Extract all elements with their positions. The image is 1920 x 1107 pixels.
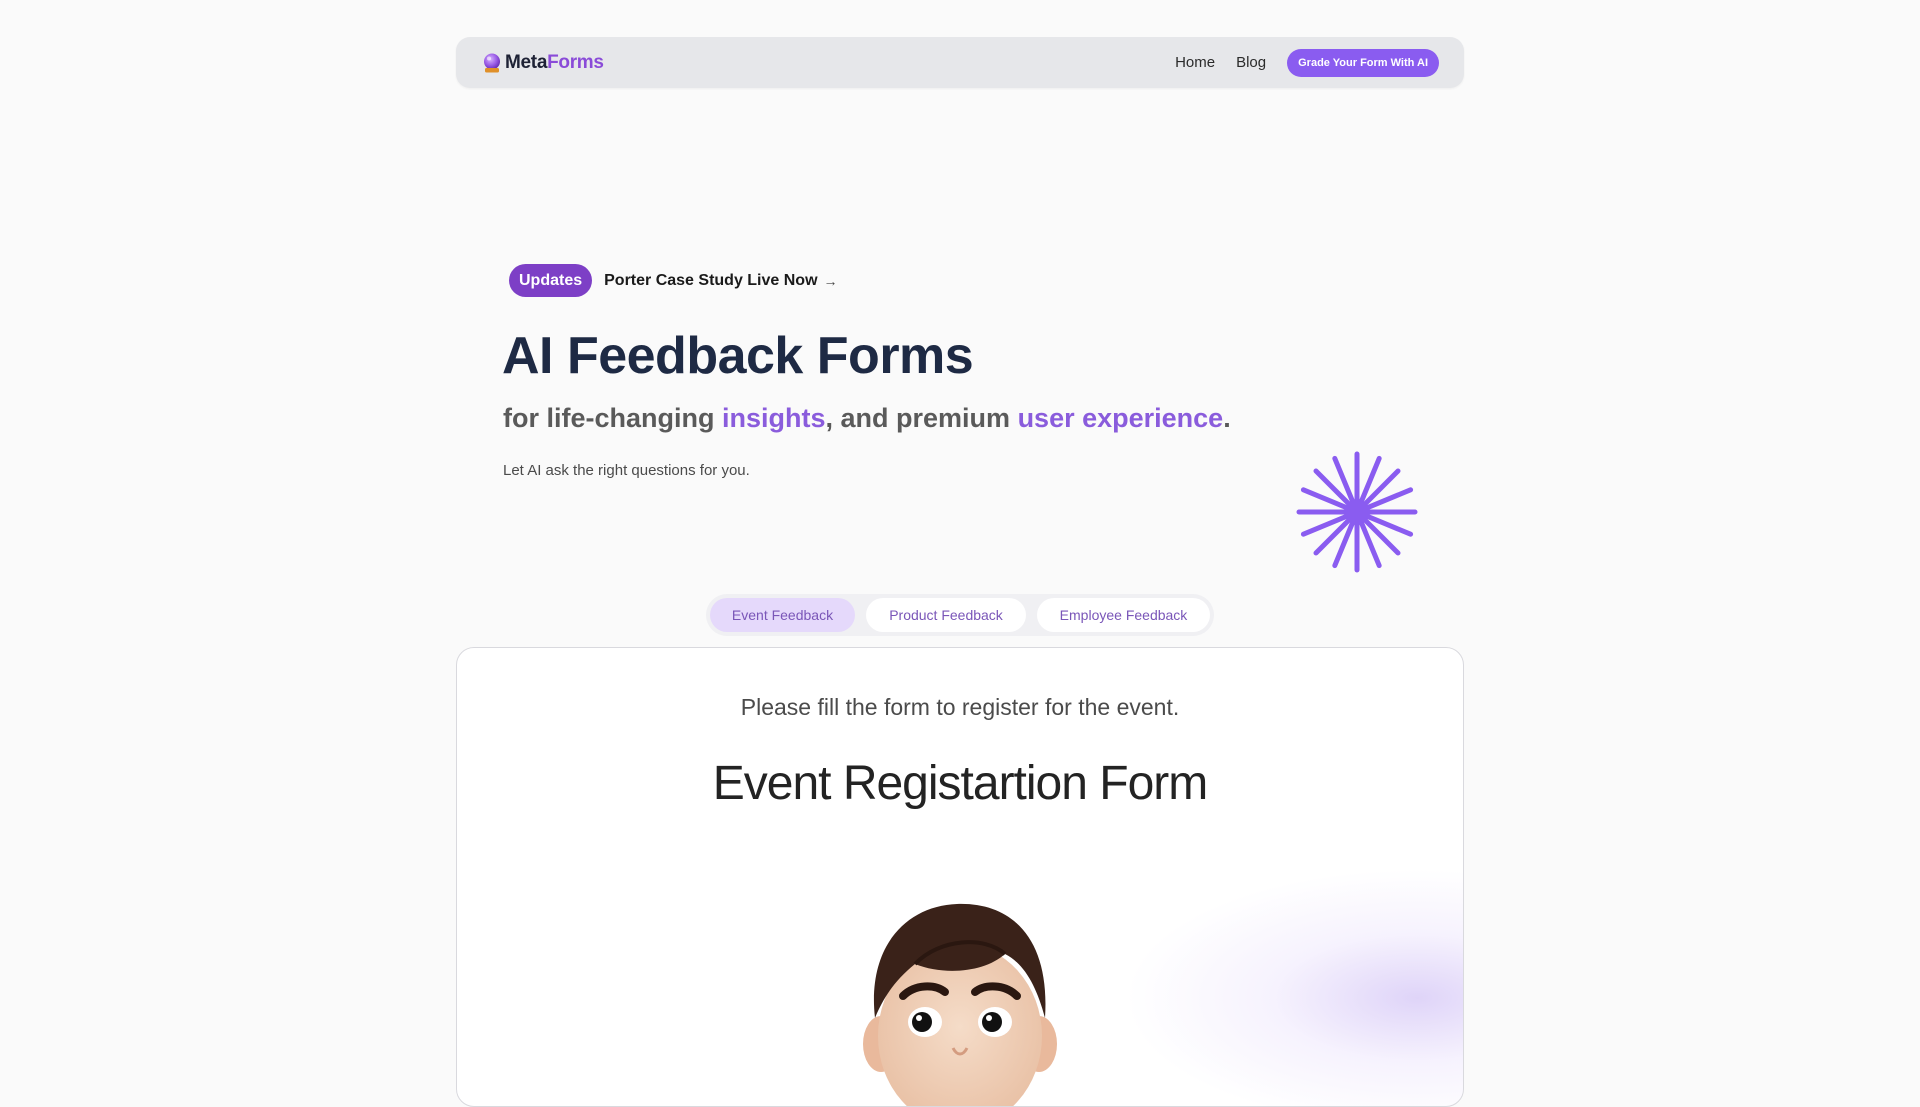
brand-logo[interactable]: MetaForms	[481, 37, 604, 88]
avatar-character-image	[863, 903, 1057, 1106]
tab-event-feedback[interactable]: Event Feedback	[710, 598, 855, 632]
grade-form-button[interactable]: Grade Your Form With AI	[1287, 48, 1439, 77]
card-glow	[1123, 868, 1463, 1106]
updates-badge: Updates	[509, 264, 593, 297]
arrow-right-icon: →	[823, 272, 838, 289]
subtitle-highlight-insights: insights	[722, 403, 826, 433]
brand-name-meta: Meta	[505, 51, 548, 73]
hero-title: AI Feedback Forms	[502, 327, 974, 385]
subtitle-highlight-user-experience: user experience	[1017, 403, 1224, 433]
hero-subtitle: for life-changing insights, and premium …	[503, 403, 1231, 434]
brand-name-forms: Forms	[547, 51, 604, 73]
nav-link-blog[interactable]: Blog	[1236, 54, 1266, 71]
crystal-ball-icon	[484, 53, 500, 72]
subtitle-text-2: , and premium	[825, 403, 1018, 433]
subtitle-text-1: for life-changing	[503, 403, 722, 433]
feedback-type-tabs: Event Feedback Product Feedback Employee…	[706, 594, 1214, 636]
form-title: Event Registartion Form	[712, 757, 1209, 810]
top-navbar: MetaForms Home Blog Grade Your Form With…	[456, 37, 1464, 88]
subtitle-text-3: .	[1223, 403, 1231, 433]
tab-employee-feedback[interactable]: Employee Feedback	[1037, 598, 1210, 632]
tab-product-feedback[interactable]: Product Feedback	[866, 598, 1026, 632]
starburst-icon	[1296, 451, 1418, 573]
update-link-text[interactable]: Porter Case Study Live Now	[604, 272, 817, 290]
form-preview-card: Please fill the form to register for the…	[456, 647, 1464, 1107]
form-instruction: Please fill the form to register for the…	[740, 694, 1180, 720]
hero-description: Let AI ask the right questions for you.	[503, 462, 750, 479]
nav-link-home[interactable]: Home	[1175, 54, 1215, 71]
updates-banner[interactable]: Updates Porter Case Study Live Now →	[509, 264, 838, 297]
